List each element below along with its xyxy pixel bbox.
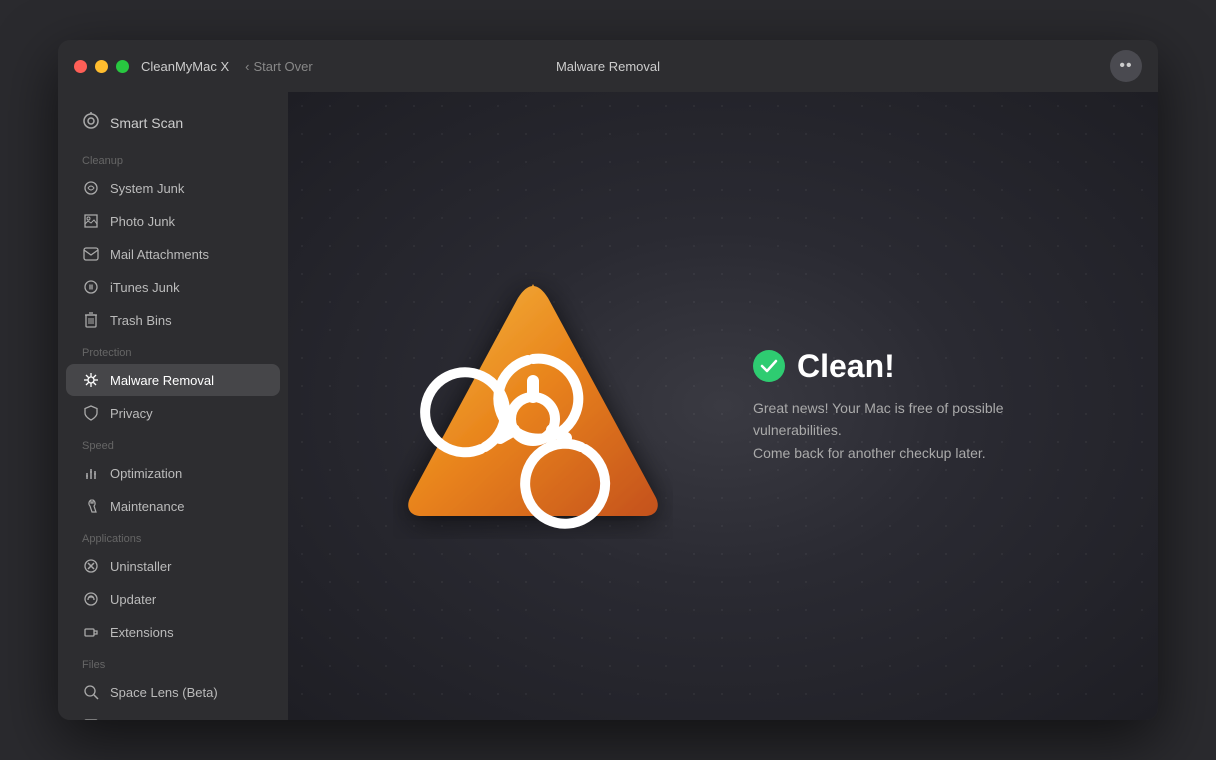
more-options-button[interactable]: •• xyxy=(1110,50,1142,82)
section-speed: Speed xyxy=(58,430,288,456)
sidebar-item-maintenance[interactable]: Maintenance xyxy=(66,490,280,522)
updater-icon xyxy=(82,590,100,608)
sidebar-item-malware-removal[interactable]: Malware Removal xyxy=(66,364,280,396)
maintenance-icon xyxy=(82,497,100,515)
main-panel: Clean! Great news! Your Mac is free of p… xyxy=(288,92,1158,720)
maintenance-label: Maintenance xyxy=(110,499,184,514)
malware-removal-label: Malware Removal xyxy=(110,373,214,388)
titlebar: CleanMyMac X ‹ Start Over Malware Remova… xyxy=(58,40,1158,92)
content-area: Smart Scan Cleanup System Junk xyxy=(58,92,1158,720)
uninstaller-icon xyxy=(82,557,100,575)
check-icon xyxy=(753,350,785,382)
sidebar-item-space-lens[interactable]: Space Lens (Beta) xyxy=(66,676,280,708)
smart-scan-label: Smart Scan xyxy=(110,115,183,131)
result-panel: Clean! Great news! Your Mac is free of p… xyxy=(753,348,1053,464)
clean-heading: Clean! xyxy=(797,348,895,385)
privacy-label: Privacy xyxy=(110,406,153,421)
sidebar-item-updater[interactable]: Updater xyxy=(66,583,280,615)
space-lens-label: Space Lens (Beta) xyxy=(110,685,218,700)
clean-title-row: Clean! xyxy=(753,348,1053,385)
main-content: Clean! Great news! Your Mac is free of p… xyxy=(393,264,1053,549)
system-junk-icon xyxy=(82,179,100,197)
trash-bins-label: Trash Bins xyxy=(110,313,172,328)
extensions-label: Extensions xyxy=(110,625,174,640)
sidebar-item-uninstaller[interactable]: Uninstaller xyxy=(66,550,280,582)
sidebar-item-trash-bins[interactable]: Trash Bins xyxy=(66,304,280,336)
updater-label: Updater xyxy=(110,592,156,607)
large-files-icon xyxy=(82,716,100,720)
space-lens-icon xyxy=(82,683,100,701)
system-junk-label: System Junk xyxy=(110,181,184,196)
chevron-left-icon: ‹ xyxy=(245,59,249,74)
start-over-button[interactable]: ‹ Start Over xyxy=(245,59,313,74)
large-old-files-label: Large & Old Files xyxy=(110,718,210,721)
photo-junk-icon xyxy=(82,212,100,230)
minimize-button[interactable] xyxy=(95,60,108,73)
smart-scan-icon xyxy=(82,112,100,133)
mail-icon xyxy=(82,245,100,263)
photo-junk-label: Photo Junk xyxy=(110,214,175,229)
uninstaller-label: Uninstaller xyxy=(110,559,171,574)
sidebar-item-photo-junk[interactable]: Photo Junk xyxy=(66,205,280,237)
itunes-icon xyxy=(82,278,100,296)
section-applications: Applications xyxy=(58,523,288,549)
itunes-junk-label: iTunes Junk xyxy=(110,280,180,295)
app-window: CleanMyMac X ‹ Start Over Malware Remova… xyxy=(58,40,1158,720)
sidebar-item-system-junk[interactable]: System Junk xyxy=(66,172,280,204)
clean-description: Great news! Your Mac is free of possible… xyxy=(753,397,1053,464)
trash-icon xyxy=(82,311,100,329)
section-cleanup: Cleanup xyxy=(58,145,288,171)
traffic-lights xyxy=(74,60,129,73)
window-title: Malware Removal xyxy=(556,59,660,74)
section-protection: Protection xyxy=(58,337,288,363)
sidebar-item-extensions[interactable]: Extensions xyxy=(66,616,280,648)
biohazard-illustration xyxy=(393,264,673,549)
sidebar-item-large-old-files[interactable]: Large & Old Files xyxy=(66,709,280,720)
sidebar-item-smart-scan[interactable]: Smart Scan xyxy=(66,102,280,143)
sidebar-item-privacy[interactable]: Privacy xyxy=(66,397,280,429)
extensions-icon xyxy=(82,623,100,641)
sidebar-item-optimization[interactable]: Optimization xyxy=(66,457,280,489)
mail-attachments-label: Mail Attachments xyxy=(110,247,209,262)
optimization-label: Optimization xyxy=(110,466,182,481)
sidebar: Smart Scan Cleanup System Junk xyxy=(58,92,288,720)
sidebar-item-mail-attachments[interactable]: Mail Attachments xyxy=(66,238,280,270)
close-button[interactable] xyxy=(74,60,87,73)
optimization-icon xyxy=(82,464,100,482)
malware-icon xyxy=(82,371,100,389)
section-files: Files xyxy=(58,649,288,675)
privacy-icon xyxy=(82,404,100,422)
app-title: CleanMyMac X xyxy=(141,59,229,74)
sidebar-item-itunes-junk[interactable]: iTunes Junk xyxy=(66,271,280,303)
fullscreen-button[interactable] xyxy=(116,60,129,73)
